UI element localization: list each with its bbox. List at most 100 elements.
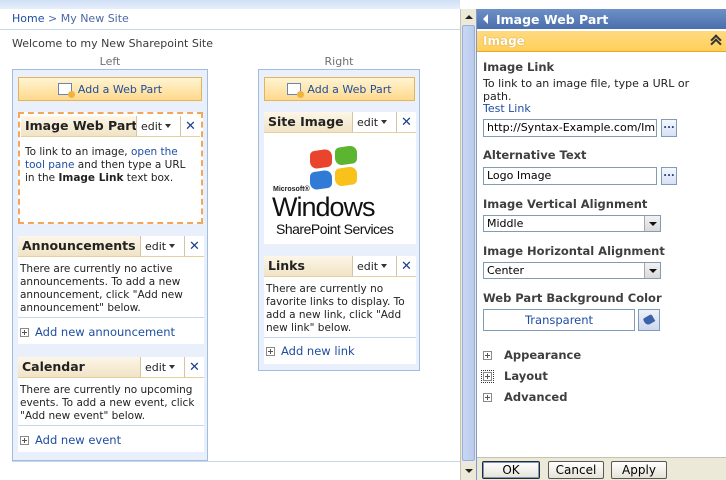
image-link-builder-button[interactable]: ...: [661, 119, 677, 137]
advanced-category-label: Advanced: [504, 390, 568, 404]
announcements-body: There are currently no active announceme…: [20, 263, 183, 314]
add-new-link-row[interactable]: Add new link: [264, 344, 416, 358]
welcome-text: Welcome to my New Sharepoint Site: [12, 37, 213, 50]
close-icon: ✕: [185, 118, 196, 134]
links-close-button[interactable]: ✕: [396, 256, 416, 277]
vertical-alignment-value: Middle: [487, 217, 524, 230]
horizontal-alignment-select[interactable]: Center: [483, 262, 661, 279]
appearance-category[interactable]: Appearance: [483, 348, 581, 362]
add-web-part-icon: [57, 83, 75, 98]
announcements-title: Announcements: [18, 236, 140, 257]
announcements-web-part: Announcements edit ✕ There are currently…: [18, 236, 204, 344]
color-picker-button[interactable]: [638, 309, 660, 331]
image-link-input[interactable]: http://Syntax-Example.com/Im: [483, 119, 657, 137]
scrollbar-thumb[interactable]: [462, 25, 475, 461]
plus-box-icon[interactable]: [483, 392, 492, 402]
add-new-event-row[interactable]: Add new event: [18, 433, 204, 447]
tool-pane-title: Image Web Part: [496, 11, 609, 27]
calendar-web-part: Calendar edit ✕ There are currently no u…: [18, 357, 204, 452]
plus-box-icon[interactable]: [483, 350, 492, 360]
chevron-down-icon[interactable]: [644, 263, 660, 278]
windows-sharepoint-logo: Microsoft® Windows SharePoint Services: [264, 134, 416, 242]
right-web-part-zone: Add a Web Part Site Image edit ✕ Microso…: [258, 69, 420, 371]
scroll-down-button[interactable]: [462, 464, 476, 478]
image-web-part-edit-menu[interactable]: edit: [136, 116, 180, 137]
calendar-edit-menu[interactable]: edit: [140, 357, 184, 378]
close-icon: ✕: [401, 114, 412, 130]
close-icon: ✕: [189, 238, 200, 254]
chevron-down-icon: [381, 120, 388, 124]
announcements-close-button[interactable]: ✕: [184, 236, 204, 257]
top-banner: [0, 0, 460, 9]
calendar-title: Calendar: [18, 357, 140, 378]
links-body: There are currently no favorite links to…: [266, 283, 405, 334]
plus-box-icon: [266, 346, 275, 356]
breadcrumb-home-link[interactable]: Home: [12, 12, 44, 25]
image-web-part-title: Image Web Part: [21, 116, 136, 137]
calendar-close-button[interactable]: ✕: [184, 357, 204, 378]
back-arrow-icon[interactable]: [483, 14, 488, 24]
calendar-body: There are currently no upcoming events. …: [20, 384, 195, 422]
announcements-edit-menu[interactable]: edit: [140, 236, 184, 257]
background-color-field[interactable]: Transparent: [483, 309, 635, 331]
image-section-header[interactable]: Image: [477, 31, 726, 52]
background-color-label: Web Part Background Color: [483, 291, 662, 305]
apply-button[interactable]: Apply: [611, 461, 667, 479]
add-new-event-link[interactable]: Add new event: [35, 433, 121, 447]
image-web-part-close-button[interactable]: ✕: [180, 116, 200, 137]
add-web-part-button-right[interactable]: Add a Web Part: [264, 77, 415, 101]
site-image-edit-menu[interactable]: edit: [352, 112, 396, 133]
test-link[interactable]: Test Link: [483, 102, 531, 115]
breadcrumb-current: My New Site: [60, 12, 129, 25]
plus-box-icon[interactable]: [481, 369, 494, 383]
body-bold-text: Image Link: [58, 172, 124, 184]
site-image-web-part: Site Image edit ✕ Microsoft® Windows Sha…: [264, 112, 416, 244]
add-web-part-label: Add a Web Part: [307, 82, 392, 96]
image-link-label: Image Link: [483, 60, 555, 74]
windows-flag-icon: [310, 144, 360, 193]
image-section-title: Image: [483, 34, 525, 48]
image-web-part[interactable]: Image Web Part edit ✕ To link to an imag…: [18, 112, 203, 224]
add-web-part-label: Add a Web Part: [77, 82, 163, 96]
chevron-down-icon[interactable]: [644, 216, 660, 231]
paint-bucket-icon: [642, 314, 656, 326]
tool-pane-footer: OK Cancel Apply: [477, 457, 726, 480]
cancel-button[interactable]: Cancel: [548, 461, 604, 479]
chevron-down-icon: [169, 244, 176, 248]
ok-button[interactable]: OK: [482, 461, 540, 479]
alternative-text-builder-button[interactable]: ...: [661, 167, 677, 185]
breadcrumb: Home > My New Site: [0, 9, 460, 30]
horizontal-alignment-value: Center: [487, 264, 525, 277]
double-chevron-up-icon[interactable]: [711, 34, 721, 46]
advanced-category[interactable]: Advanced: [483, 390, 567, 404]
body-text: To link to an image,: [25, 146, 131, 158]
divider: [264, 337, 416, 338]
body-text: text box.: [123, 172, 174, 184]
add-web-part-button-left[interactable]: Add a Web Part: [18, 77, 202, 101]
divider: [18, 425, 204, 426]
alternative-text-input[interactable]: Logo Image: [483, 167, 657, 185]
right-zone-label: Right: [324, 55, 354, 68]
alternative-text-label: Alternative Text: [483, 148, 587, 162]
add-new-announcement-row[interactable]: Add new announcement: [18, 325, 204, 339]
vertical-scrollbar[interactable]: [460, 9, 476, 480]
logo-windows-text: Windows: [272, 192, 376, 222]
add-web-part-icon: [287, 83, 305, 98]
appearance-category-label: Appearance: [504, 348, 582, 362]
add-new-announcement-link[interactable]: Add new announcement: [35, 325, 175, 339]
breadcrumb-separator: >: [47, 12, 58, 25]
layout-category-label: Layout: [504, 369, 548, 383]
horizontal-alignment-label: Image Horizontal Alignment: [483, 244, 665, 258]
plus-box-icon: [20, 327, 29, 337]
left-web-part-zone: Add a Web Part Image Web Part edit ✕ To …: [12, 69, 208, 461]
add-new-link-link[interactable]: Add new link: [281, 344, 355, 358]
links-edit-menu[interactable]: edit: [352, 256, 396, 277]
layout-category[interactable]: Layout: [481, 369, 548, 383]
vertical-alignment-select[interactable]: Middle: [483, 215, 661, 232]
plus-box-icon: [20, 435, 29, 445]
links-title: Links: [264, 256, 352, 277]
site-image-close-button[interactable]: ✕: [396, 112, 416, 133]
chevron-down-icon: [169, 365, 176, 369]
left-zone-label: Left: [99, 55, 121, 68]
scroll-up-button[interactable]: [462, 10, 476, 24]
